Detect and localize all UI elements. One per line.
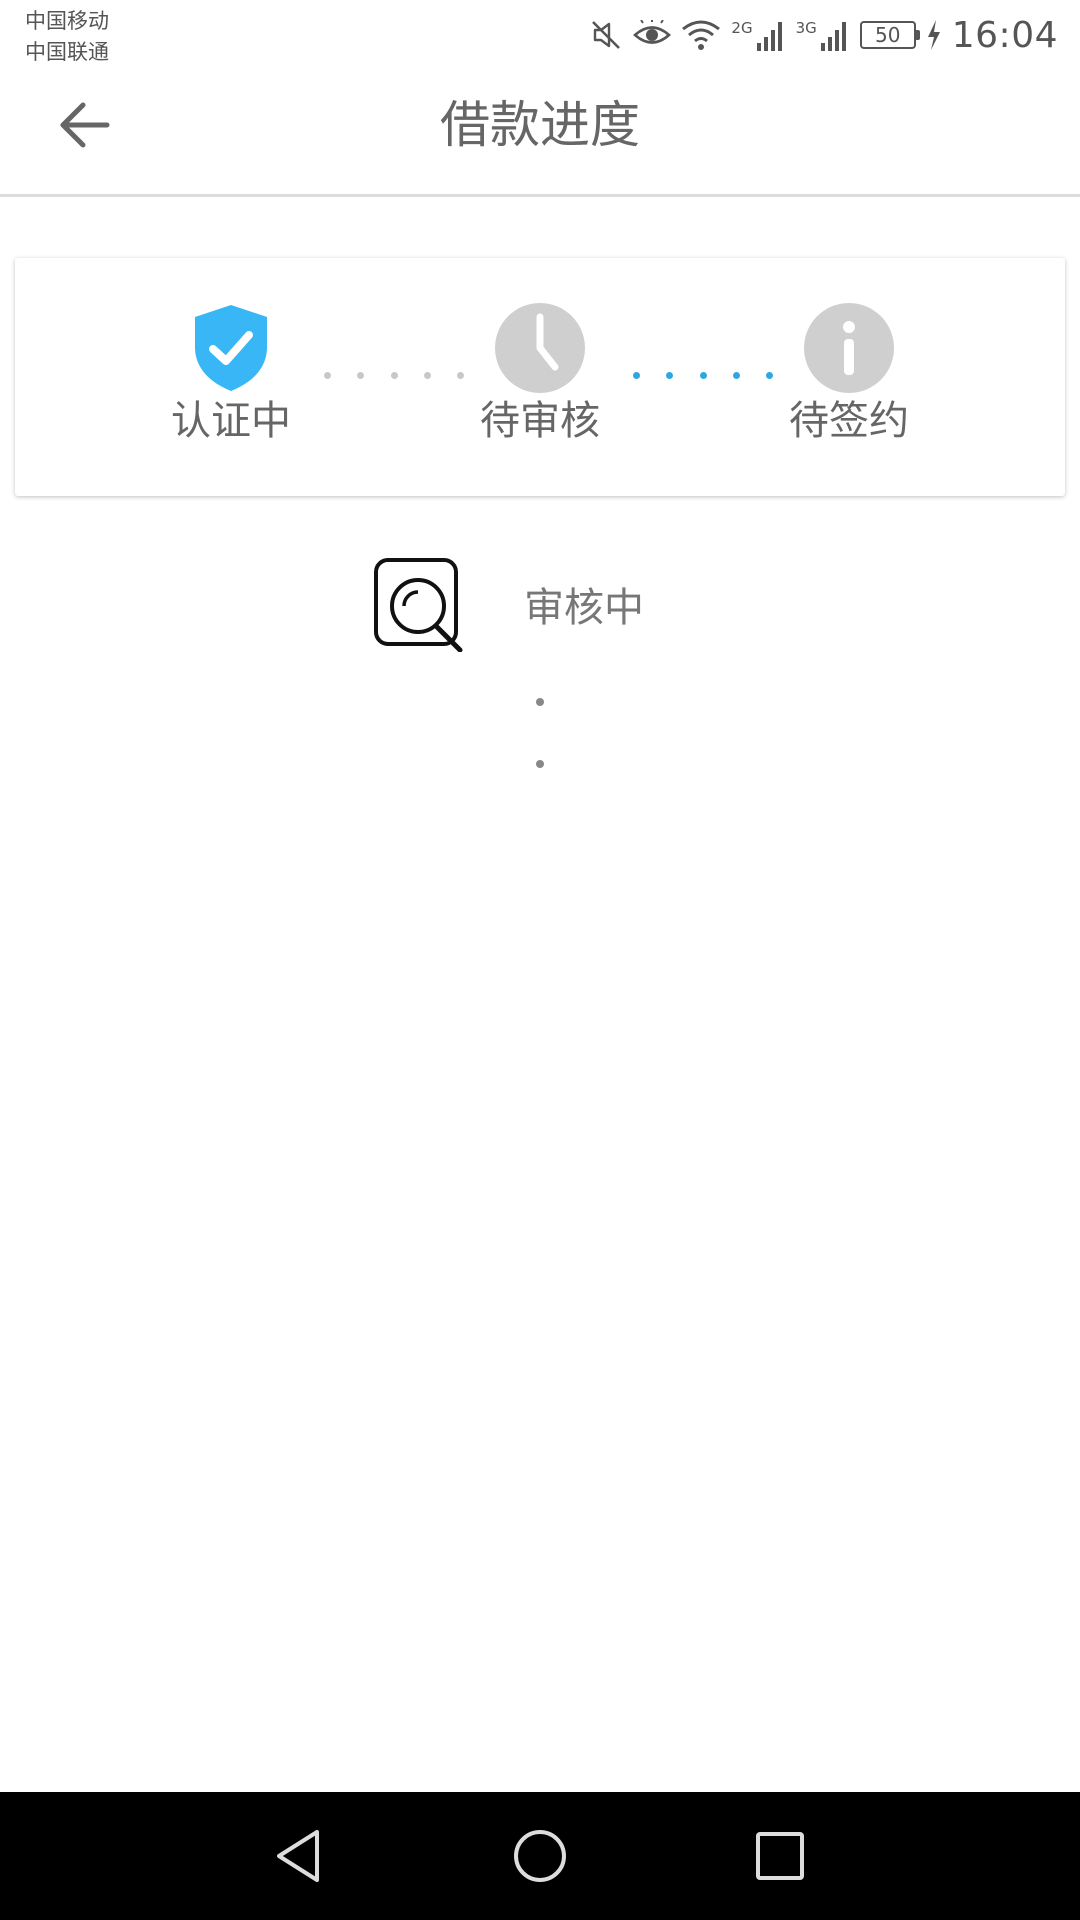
step-verifying: 认证中 [151, 302, 311, 446]
step-connector-2 [633, 372, 773, 382]
document-search-icon [374, 558, 463, 652]
clock: 16:04 [951, 14, 1058, 56]
recents-square-icon [756, 1832, 804, 1880]
timeline-dot [536, 760, 544, 768]
timeline-dot [536, 698, 544, 706]
clock-icon [495, 303, 585, 393]
carrier-2: 中国联通 [25, 40, 109, 64]
battery-icon: 50 [859, 21, 920, 49]
charging-icon [927, 20, 940, 50]
home-circle-icon [514, 1830, 566, 1882]
step-label: 认证中 [171, 398, 291, 444]
review-status: 审核中 [370, 556, 644, 652]
nav-recents-button[interactable] [744, 1820, 816, 1892]
step-connector-1 [324, 372, 464, 382]
step-label: 待签约 [789, 398, 909, 444]
info-icon [804, 303, 894, 393]
status-icons: 2G 3G 50 16:04 [589, 10, 1058, 60]
signal-group-1: 2G [731, 19, 785, 51]
shield-check-icon [195, 305, 267, 391]
system-nav-bar [0, 1792, 1080, 1920]
network-2-label: 3G [795, 19, 817, 37]
signal-icon [820, 22, 846, 51]
signal-icon [756, 22, 782, 51]
carrier-1: 中国移动 [25, 9, 109, 33]
app-header: 借款进度 [0, 76, 1080, 197]
step-pending-sign: 待签约 [769, 302, 929, 446]
loan-progress-card: 认证中 待审核 待签约 [15, 258, 1065, 496]
nav-back-button[interactable] [263, 1820, 335, 1892]
eye-icon [633, 20, 672, 44]
page-title: 借款进度 [440, 96, 640, 154]
step-label: 待审核 [480, 398, 600, 444]
mute-icon [592, 21, 621, 49]
carriers: 中国移动 中国联通 [25, 6, 109, 68]
review-status-label: 审核中 [524, 585, 644, 631]
nav-home-button[interactable] [504, 1820, 576, 1892]
back-triangle-icon [277, 1830, 319, 1882]
network-1-label: 2G [731, 19, 753, 37]
wifi-icon [682, 20, 721, 50]
step-pending-review: 待审核 [460, 302, 620, 446]
status-bar: 中国移动 中国联通 2G 3G 50 16:04 [0, 0, 1080, 76]
signal-group-2: 3G [796, 19, 850, 51]
